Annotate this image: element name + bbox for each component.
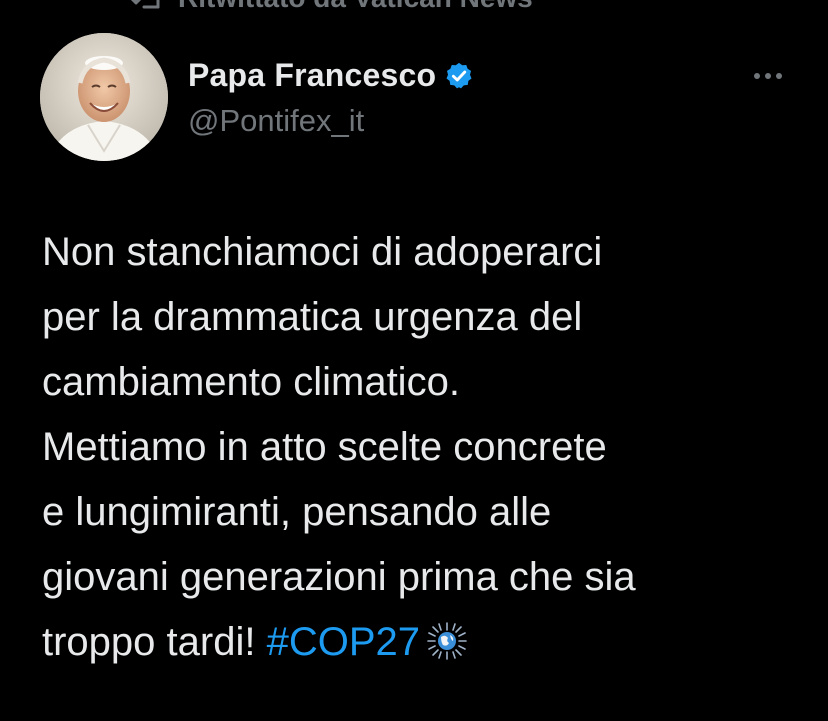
- verified-badge-icon: [446, 62, 472, 88]
- retweet-icon: [130, 0, 160, 9]
- more-options-button[interactable]: [748, 61, 788, 91]
- display-name[interactable]: Papa Francesco: [188, 57, 436, 94]
- avatar-image: [40, 33, 168, 161]
- tweet-line: e lungimiranti, pensando alle: [42, 490, 552, 534]
- tweet-text: Non stanchiamoci di adoperarci per la dr…: [42, 220, 802, 675]
- retweet-label: Ritwittato da Vatican News: [178, 0, 533, 14]
- more-dots-icon: [754, 73, 782, 79]
- tweet-line-text: troppo tardi!: [42, 620, 267, 664]
- user-handle[interactable]: @Pontifex_it: [188, 103, 364, 139]
- avatar[interactable]: [40, 33, 168, 161]
- tweet-line: cambiamento climatico.: [42, 360, 460, 404]
- earth-sunburst-icon: [427, 622, 467, 660]
- tweet-line: per la drammatica urgenza del: [42, 295, 583, 339]
- name-row: Papa Francesco: [188, 57, 474, 94]
- tweet-last-line: troppo tardi! #COP27: [42, 610, 802, 675]
- tweet-line: Mettiamo in atto scelte concrete: [42, 425, 607, 469]
- hashtag-link[interactable]: #COP27: [267, 620, 420, 664]
- retweet-context[interactable]: Ritwittato da Vatican News: [130, 0, 533, 14]
- tweet-header: Papa Francesco @Pontifex_it: [40, 33, 800, 163]
- tweet-line: Non stanchiamoci di adoperarci: [42, 230, 603, 274]
- tweet-line: giovani generazioni prima che sia: [42, 555, 636, 599]
